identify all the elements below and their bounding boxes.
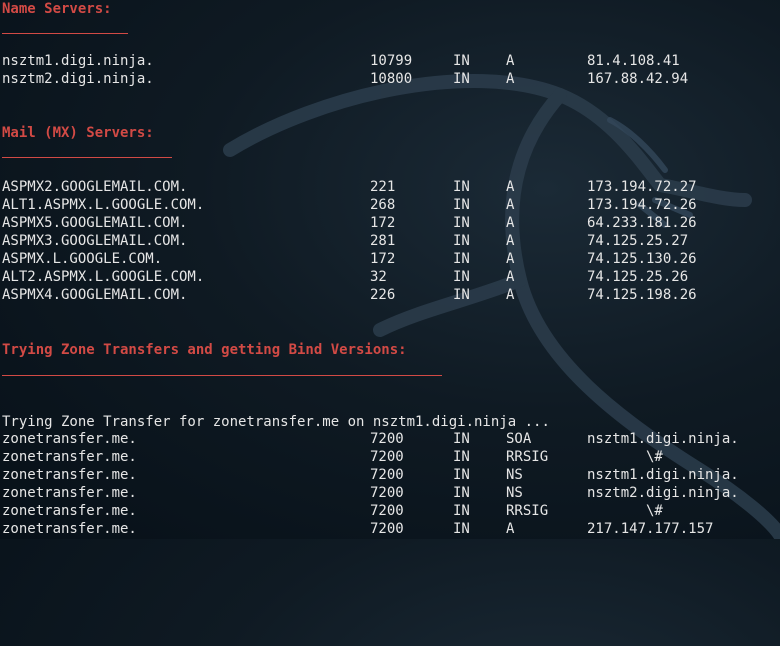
record-value: 217.147.177.157 [587, 521, 714, 537]
record-name: ASPMX.L.GOOGLE.COM. [2, 251, 163, 267]
record-name: zonetransfer.me. [2, 449, 137, 465]
record-ttl: 32 [370, 269, 387, 285]
record-type: A [506, 251, 515, 267]
record-type: A [506, 269, 515, 285]
record-name: zonetransfer.me. [2, 467, 137, 483]
zone-transfer-heading: Trying Zone Transfers and getting Bind V… [2, 342, 407, 358]
record-ttl: 7200 [370, 503, 404, 519]
record-ttl: 7200 [370, 467, 404, 483]
record-class: IN [453, 251, 470, 267]
record-ttl: 7200 [370, 485, 404, 501]
record-name: zonetransfer.me. [2, 503, 137, 519]
record-value: \# [587, 503, 663, 519]
record-name: ASPMX4.GOOGLEMAIL.COM. [2, 287, 188, 303]
record-class: IN [453, 179, 470, 195]
record-type: A [506, 233, 515, 249]
zone-record-row: zonetransfer.me. 7200 IN A 217.147.177.1… [2, 520, 713, 538]
record-value: 167.88.42.94 [587, 71, 689, 87]
zone-record-row: zonetransfer.me. 7200 IN SOA nsztm1.digi… [2, 430, 739, 448]
record-value: 74.125.198.26 [587, 287, 697, 303]
record-type: RRSIG [506, 449, 549, 465]
record-type: A [506, 521, 515, 537]
record-name: zonetransfer.me. [2, 431, 137, 447]
record-name: ALT2.ASPMX.L.GOOGLE.COM. [2, 269, 205, 285]
record-class: IN [453, 287, 470, 303]
record-name: zonetransfer.me. [2, 485, 137, 501]
record-name: nsztm1.digi.ninja. [2, 53, 154, 69]
record-ttl: 281 [370, 233, 396, 249]
record-ttl: 221 [370, 179, 396, 195]
record-class: IN [453, 269, 470, 285]
mx-servers-underline [2, 157, 172, 158]
record-class: IN [453, 503, 470, 519]
record-type: NS [506, 485, 523, 501]
record-type: RRSIG [506, 503, 549, 519]
record-value: 173.194.72.27 [587, 179, 697, 195]
record-type: SOA [506, 431, 532, 447]
record-ttl: 10800 [370, 71, 413, 87]
name-server-row: nsztm2.digi.ninja. 10800 IN A 167.88.42.… [2, 70, 688, 88]
record-class: IN [453, 197, 470, 213]
record-ttl: 172 [370, 251, 396, 267]
mx-server-row: ASPMX5.GOOGLEMAIL.COM. 172 IN A 64.233.1… [2, 214, 697, 232]
record-value: 64.233.181.26 [587, 215, 697, 231]
record-value: 74.125.25.27 [587, 233, 689, 249]
record-ttl: 226 [370, 287, 396, 303]
mx-server-row: ASPMX3.GOOGLEMAIL.COM. 281 IN A 74.125.2… [2, 232, 688, 250]
record-ttl: 7200 [370, 449, 404, 465]
zone-record-row: zonetransfer.me. 7200 IN RRSIG \# [2, 502, 663, 520]
record-value: 81.4.108.41 [587, 53, 680, 69]
record-name: nsztm2.digi.ninja. [2, 71, 154, 87]
mx-servers-heading: Mail (MX) Servers: [2, 125, 154, 141]
record-class: IN [453, 467, 470, 483]
record-value: nsztm1.digi.ninja. [587, 431, 739, 447]
record-value: 173.194.72.26 [587, 197, 697, 213]
record-class: IN [453, 53, 470, 69]
record-ttl: 7200 [370, 521, 404, 537]
record-name: ALT1.ASPMX.L.GOOGLE.COM. [2, 197, 205, 213]
record-type: A [506, 197, 515, 213]
mx-server-row: ASPMX2.GOOGLEMAIL.COM. 221 IN A 173.194.… [2, 178, 697, 196]
mx-server-row: ALT2.ASPMX.L.GOOGLE.COM. 32 IN A 74.125.… [2, 268, 688, 286]
record-name: ASPMX3.GOOGLEMAIL.COM. [2, 233, 188, 249]
record-class: IN [453, 431, 470, 447]
record-ttl: 10799 [370, 53, 413, 69]
record-value: \# [587, 449, 663, 465]
record-type: A [506, 53, 515, 69]
mx-server-row: ALT1.ASPMX.L.GOOGLE.COM. 268 IN A 173.19… [2, 196, 697, 214]
mx-server-row: ASPMX.L.GOOGLE.COM. 172 IN A 74.125.130.… [2, 250, 697, 268]
name-servers-underline [2, 33, 128, 34]
record-value: 74.125.25.26 [587, 269, 689, 285]
record-class: IN [453, 449, 470, 465]
record-type: NS [506, 467, 523, 483]
zone-record-row: zonetransfer.me. 7200 IN NS nsztm2.digi.… [2, 484, 739, 502]
mx-server-row: ASPMX4.GOOGLEMAIL.COM. 226 IN A 74.125.1… [2, 286, 697, 304]
terminal-window[interactable]: Name Servers: nsztm1.digi.ninja. 10799 I… [0, 0, 780, 539]
record-type: A [506, 287, 515, 303]
record-value: nsztm2.digi.ninja. [587, 485, 739, 501]
zone-transfer-attempt: Trying Zone Transfer for zonetransfer.me… [2, 414, 550, 430]
zone-record-row: zonetransfer.me. 7200 IN NS nsztm1.digi.… [2, 466, 739, 484]
record-class: IN [453, 233, 470, 249]
record-class: IN [453, 485, 470, 501]
record-name: zonetransfer.me. [2, 521, 137, 537]
record-class: IN [453, 521, 470, 537]
record-name: ASPMX2.GOOGLEMAIL.COM. [2, 179, 188, 195]
record-value: 74.125.130.26 [587, 251, 697, 267]
zone-record-row: zonetransfer.me. 7200 IN RRSIG \# [2, 448, 663, 466]
record-ttl: 172 [370, 215, 396, 231]
record-class: IN [453, 71, 470, 87]
record-name: ASPMX5.GOOGLEMAIL.COM. [2, 215, 188, 231]
record-class: IN [453, 215, 470, 231]
record-value: nsztm1.digi.ninja. [587, 467, 739, 483]
record-ttl: 7200 [370, 431, 404, 447]
record-ttl: 268 [370, 197, 396, 213]
record-type: A [506, 215, 515, 231]
name-server-row: nsztm1.digi.ninja. 10799 IN A 81.4.108.4… [2, 52, 680, 70]
record-type: A [506, 179, 515, 195]
record-type: A [506, 71, 515, 87]
zone-transfer-underline [2, 375, 442, 376]
name-servers-heading: Name Servers: [2, 1, 112, 17]
